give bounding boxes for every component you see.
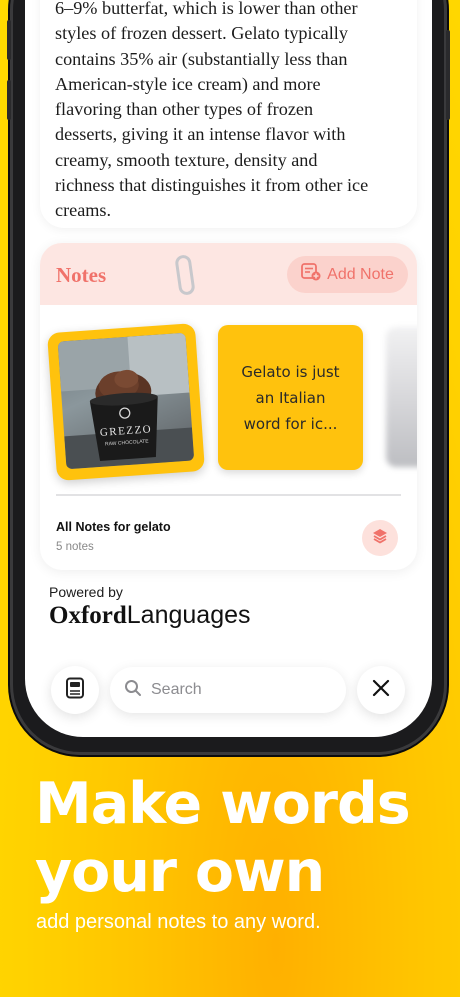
- add-note-label: Add Note: [327, 265, 394, 283]
- definition-line: creamy, smooth texture, density and: [55, 149, 318, 170]
- notes-title: Notes: [56, 263, 107, 287]
- book-icon: [65, 677, 85, 704]
- notes-count: 5 notes: [56, 541, 94, 553]
- close-button[interactable]: [357, 666, 405, 714]
- definition-line: contains 35% air (substantially less tha…: [55, 48, 348, 69]
- photo-note-card[interactable]: GREZZO RAW CHOCOLATE: [47, 323, 205, 481]
- promo-headline: Make words your own: [35, 770, 435, 906]
- notes-card: Notes Add Note GREZZO RAW CHOCOLATE Gela…: [40, 243, 417, 570]
- add-note-icon: [301, 263, 321, 286]
- blurred-note-card[interactable]: [386, 327, 417, 467]
- search-input[interactable]: Search: [110, 667, 346, 713]
- definition-card: 6–9% butterfat, which is lower than othe…: [40, 0, 417, 228]
- oxford-languages-logo: OxfordLanguages: [49, 601, 251, 630]
- layers-icon: [371, 527, 389, 550]
- phone-side-button: [7, 20, 11, 60]
- definition-line: styles of frozen dessert. Gelato typical…: [55, 23, 348, 44]
- definition-text: 6–9% butterfat, which is lower than othe…: [55, 0, 405, 224]
- headline-line: Make words: [35, 771, 411, 837]
- phone-screen: 6–9% butterfat, which is lower than othe…: [25, 0, 432, 737]
- gelato-photo: GREZZO RAW CHOCOLATE: [57, 332, 195, 470]
- search-icon: [124, 679, 142, 702]
- headline-line: your own: [35, 839, 325, 905]
- logo-bold: Oxford: [49, 602, 127, 629]
- definition-line: richness that distinguishes it from othe…: [55, 175, 369, 196]
- definition-line: American-style ice cream) and more: [55, 73, 321, 94]
- text-note-content: Gelato is just an Italian word for ic...: [241, 362, 340, 433]
- definition-line: 6–9% butterfat, which is lower than othe…: [55, 0, 358, 18]
- definition-line: desserts, giving it an intense flavor wi…: [55, 124, 346, 145]
- search-placeholder: Search: [151, 681, 202, 698]
- definition-line: creams.: [55, 200, 112, 221]
- add-note-button[interactable]: Add Note: [287, 256, 408, 293]
- definition-line: flavoring than other types of frozen: [55, 99, 314, 120]
- phone-side-button-lower: [7, 80, 11, 120]
- phone-power-button: [446, 30, 450, 120]
- all-notes-link[interactable]: All Notes for gelato: [56, 520, 171, 534]
- stack-button[interactable]: [362, 520, 398, 556]
- dictionary-button[interactable]: [51, 666, 99, 714]
- powered-by-label: Powered by: [49, 584, 123, 600]
- text-note-card[interactable]: Gelato is just an Italian word for ic...: [218, 325, 363, 470]
- logo-light: Languages: [126, 601, 251, 629]
- close-icon: [372, 679, 390, 702]
- promo-subtitle: add personal notes to any word.: [36, 911, 321, 933]
- divider: [56, 494, 401, 496]
- notes-header: Notes Add Note: [40, 243, 417, 305]
